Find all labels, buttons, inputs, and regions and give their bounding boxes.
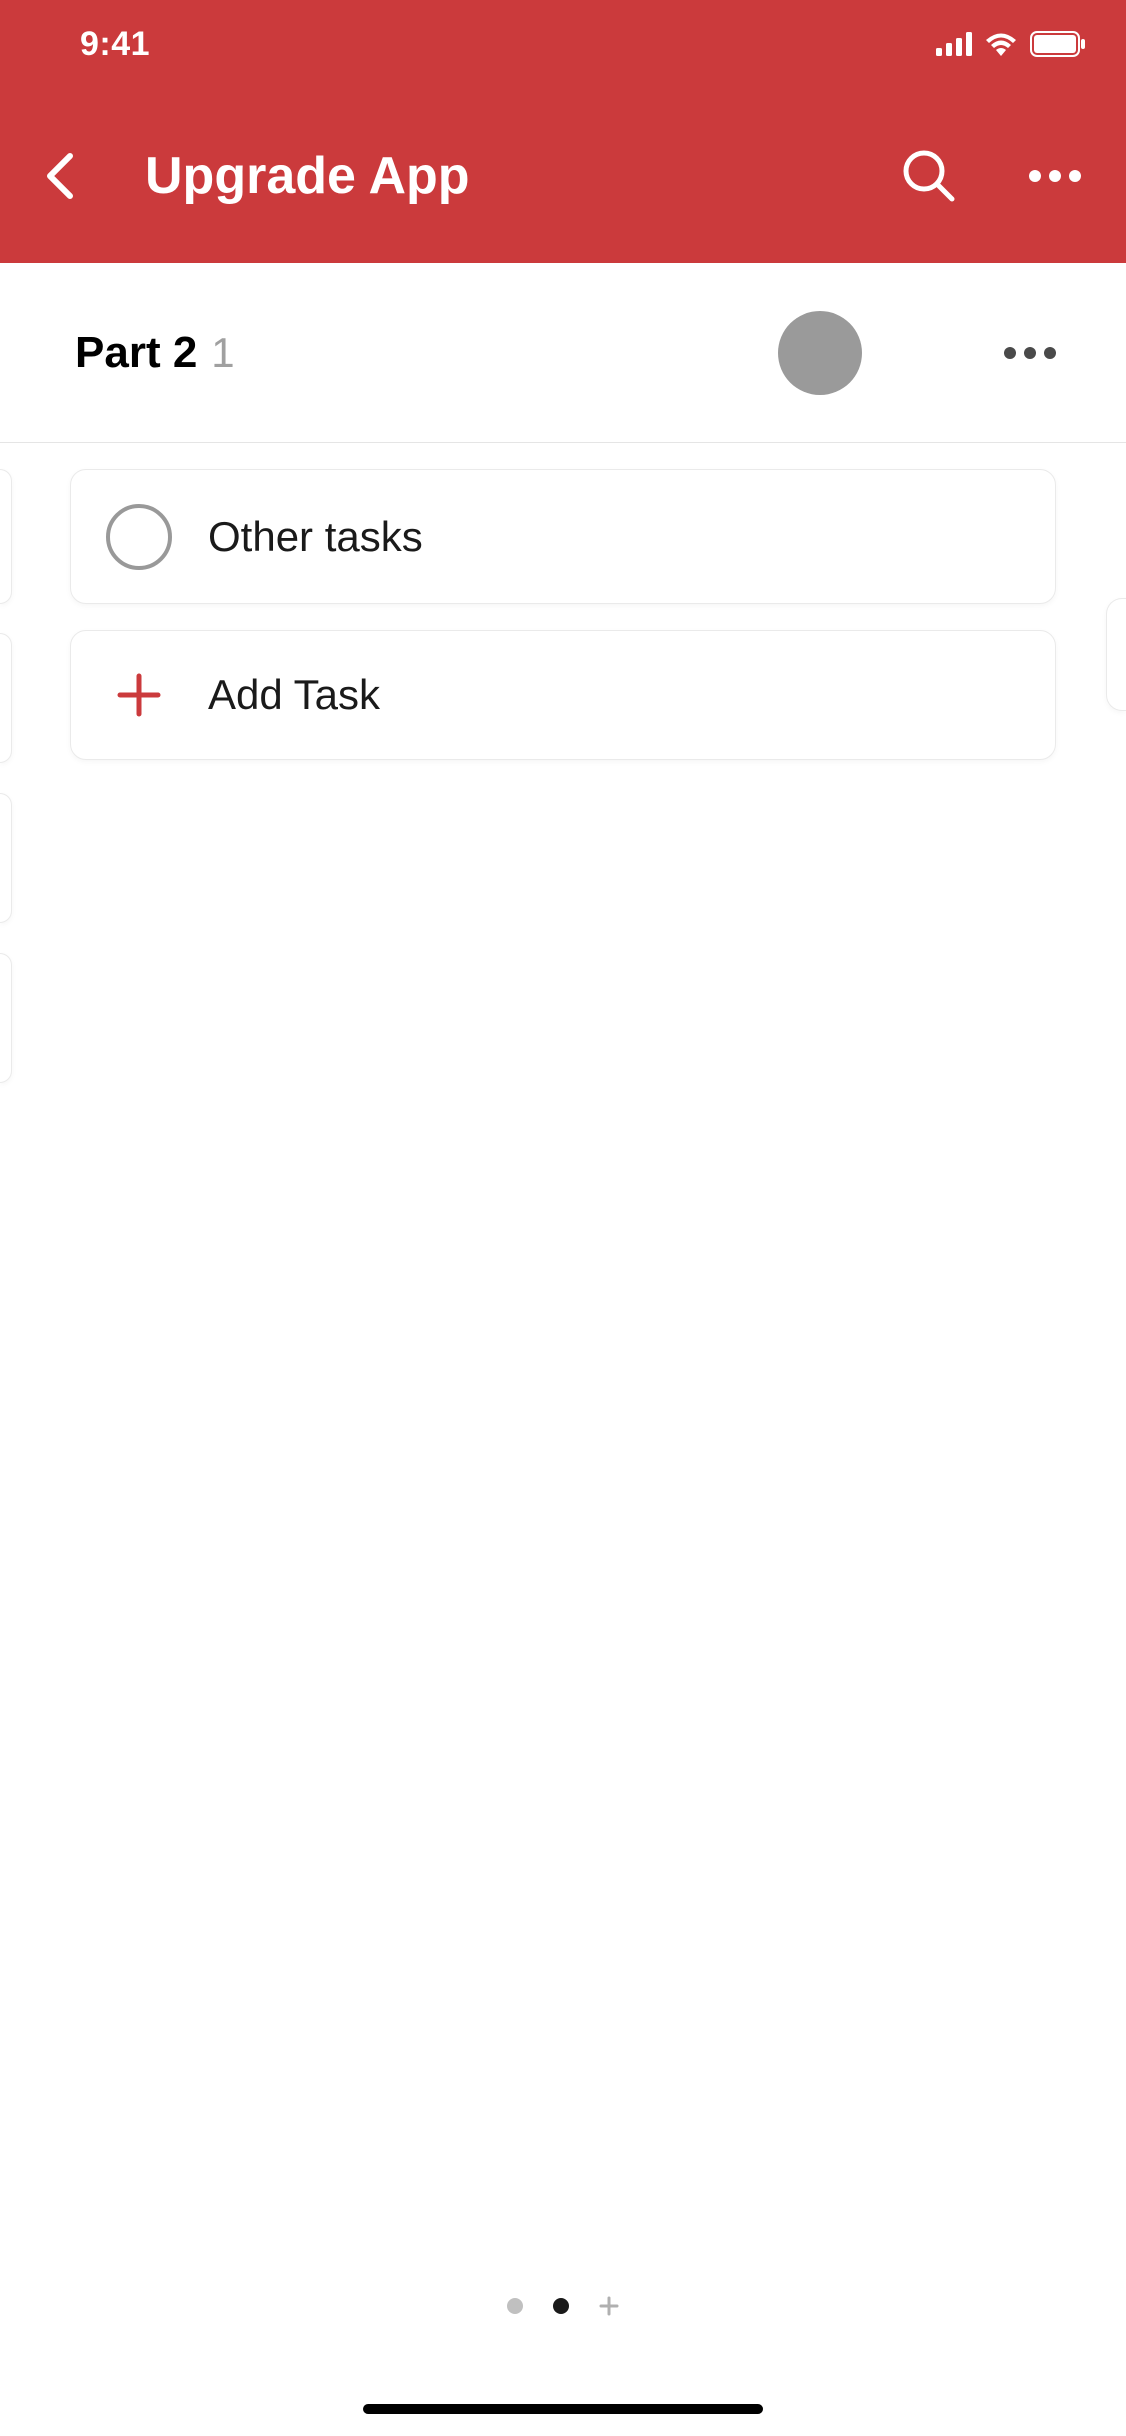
- status-bar: 9:41: [0, 0, 1126, 88]
- section-title: Part 2: [75, 328, 197, 378]
- more-dot-icon: [1004, 347, 1016, 359]
- search-button[interactable]: [899, 146, 959, 206]
- section-more-button[interactable]: [1004, 347, 1056, 359]
- more-dot-icon: [1024, 347, 1036, 359]
- more-dot-icon: [1069, 170, 1081, 182]
- section-header: Part 2 1: [0, 263, 1126, 443]
- home-indicator[interactable]: [363, 2404, 763, 2414]
- nav-more-button[interactable]: [1029, 170, 1081, 182]
- search-icon: [902, 149, 956, 203]
- add-task-button[interactable]: Add Task: [70, 630, 1056, 760]
- prev-column-peek[interactable]: [0, 633, 12, 763]
- chevron-left-icon: [45, 151, 75, 201]
- more-dot-icon: [1029, 170, 1041, 182]
- task-checkbox[interactable]: [106, 504, 172, 570]
- page-add-button[interactable]: [599, 2296, 619, 2316]
- avatar[interactable]: [778, 311, 862, 395]
- prev-column-peek[interactable]: [0, 469, 12, 604]
- page-dot[interactable]: [507, 2298, 523, 2314]
- task-card[interactable]: Other tasks: [70, 469, 1056, 604]
- nav-actions: [899, 146, 1081, 206]
- nav-title: Upgrade App: [145, 146, 899, 206]
- section-count: 1: [211, 329, 234, 377]
- card-list: Other tasks Add Task: [0, 443, 1126, 760]
- cellular-signal-icon: [936, 32, 972, 56]
- page-dot-active[interactable]: [553, 2298, 569, 2314]
- prev-column-peek[interactable]: [0, 953, 12, 1083]
- more-dot-icon: [1049, 170, 1061, 182]
- status-icons: [936, 31, 1086, 57]
- add-task-label: Add Task: [208, 671, 380, 719]
- battery-icon: [1030, 31, 1086, 57]
- more-dot-icon: [1044, 347, 1056, 359]
- status-time: 9:41: [80, 25, 150, 64]
- plus-icon: [106, 662, 172, 728]
- back-button[interactable]: [30, 146, 90, 206]
- task-label: Other tasks: [208, 513, 423, 561]
- nav-bar: Upgrade App: [0, 88, 1126, 263]
- prev-column-peek[interactable]: [0, 793, 12, 923]
- wifi-icon: [984, 32, 1018, 56]
- page-indicator[interactable]: [507, 2296, 619, 2316]
- plus-small-icon: [599, 2296, 619, 2316]
